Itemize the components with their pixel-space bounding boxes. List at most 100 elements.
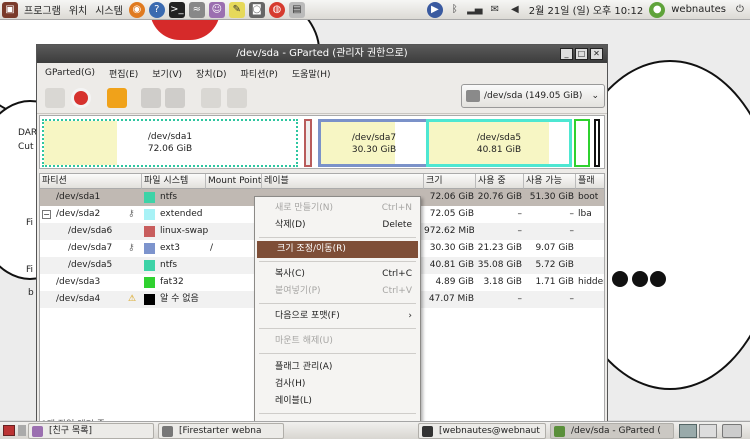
filesystem-color-swatch — [144, 192, 155, 203]
column-header-free[interactable]: 사용 가능 — [524, 174, 576, 189]
menu-separator — [259, 237, 416, 238]
show-desktop-icon[interactable] — [3, 425, 15, 436]
media-play-icon[interactable]: ▶ — [426, 1, 443, 18]
window-titlebar[interactable]: /dev/sda - GParted (관리자 권한으로) _ □ ✕ — [37, 45, 607, 63]
minimize-button[interactable]: _ — [560, 48, 573, 60]
undo-icon[interactable] — [201, 88, 221, 108]
power-icon[interactable]: ⏻ — [732, 2, 748, 18]
menu-view[interactable]: 보기(V) — [152, 67, 182, 80]
copy-icon[interactable] — [141, 88, 161, 108]
desktop-icon-label[interactable]: b — [28, 288, 34, 298]
used-value: – — [517, 226, 523, 236]
partition-block-label: /dev/sda7 30.30 GiB — [351, 133, 397, 155]
column-header-size[interactable]: 크기 — [424, 174, 476, 189]
panel-handle[interactable] — [18, 425, 26, 436]
resize-move-icon[interactable] — [107, 88, 127, 108]
terminal-icon[interactable]: >_ — [168, 1, 185, 18]
bottom-panel: [친구 목록] [Firestarter webna [webnautes@we… — [0, 421, 750, 439]
app-icon[interactable]: ▤ — [288, 1, 305, 18]
partition-block-sda6[interactable] — [304, 119, 312, 167]
menu-item-new[interactable]: 새로 만들기(N) Ctrl+N — [255, 200, 420, 217]
menubar: GParted(G) 편집(E) 보기(V) 장치(D) 파티션(P) 도움말(… — [37, 64, 607, 82]
free-value: 5.72 GiB — [535, 260, 574, 270]
column-header-used[interactable]: 사용 중 — [476, 174, 524, 189]
close-button[interactable]: ✕ — [590, 48, 603, 60]
flags-value: hidden — [578, 277, 604, 287]
desktop-icon-label[interactable]: Fi — [26, 265, 33, 275]
menu-item-label[interactable]: 레이블(L) — [255, 393, 420, 410]
workspace-1[interactable] — [679, 424, 697, 438]
dot-shape — [650, 271, 666, 287]
system-menu[interactable]: 시스템 — [95, 2, 123, 17]
column-header-label[interactable]: 레이블 — [262, 174, 424, 189]
maximize-button[interactable]: □ — [575, 48, 588, 60]
partition-block-sda5[interactable]: /dev/sda5 40.81 GiB — [426, 119, 572, 167]
help-icon[interactable]: ? — [148, 1, 165, 18]
filesystem-type: ntfs — [160, 260, 178, 270]
clock[interactable]: 2월 21일 (일) 오후 10:12 — [529, 2, 643, 17]
mount-point: / — [210, 243, 214, 253]
partition-block-sda7[interactable]: /dev/sda7 30.30 GiB — [318, 119, 430, 167]
chrome-icon[interactable]: ◍ — [268, 1, 285, 18]
size-value: 40.81 GiB — [429, 260, 474, 270]
partition-block-sda1[interactable]: /dev/sda1 72.06 GiB — [42, 119, 298, 167]
partition-block-sda4[interactable] — [594, 119, 600, 167]
size-value: 72.06 GiB — [429, 192, 474, 202]
device-selector[interactable]: /dev/sda (149.05 GiB) ⌄ — [461, 84, 605, 108]
menu-item-check[interactable]: 검사(H) — [255, 376, 420, 393]
column-header-filesystem[interactable]: 파일 시스템 — [142, 174, 206, 189]
volume-icon[interactable]: ◀ — [507, 2, 523, 18]
menu-partition[interactable]: 파티션(P) — [241, 67, 278, 80]
menu-edit[interactable]: 편집(E) — [109, 67, 138, 80]
menu-gparted[interactable]: GParted(G) — [45, 68, 95, 78]
trash-icon[interactable] — [722, 424, 742, 438]
taskbar-button-firestarter[interactable]: [Firestarter webna — [158, 423, 284, 439]
menu-separator — [259, 328, 416, 329]
menu-item-format-to[interactable]: 다음으로 포맷(F) › — [255, 308, 420, 325]
column-header-partition[interactable]: 파티션 — [40, 174, 142, 189]
menu-item-manage-flags[interactable]: 플래그 관리(A) — [255, 359, 420, 376]
partition-map: /dev/sda1 72.06 GiB /dev/sda7 30.30 GiB … — [39, 115, 605, 169]
screenshot-icon[interactable]: ◙ — [248, 1, 265, 18]
desktop-icon-label[interactable]: DAR — [18, 128, 37, 138]
size-value: 72.05 GiB — [429, 209, 474, 219]
mail-icon[interactable]: ✉ — [487, 2, 503, 18]
delete-icon[interactable] — [71, 88, 91, 108]
menu-help[interactable]: 도움말(H) — [292, 67, 331, 80]
pidgin-icon[interactable]: ☺ — [208, 1, 225, 18]
places-menu[interactable]: 위치 — [69, 2, 87, 17]
collapse-toggle-icon[interactable]: − — [42, 210, 51, 219]
apply-icon[interactable] — [227, 88, 247, 108]
bluetooth-icon[interactable]: ᛒ — [447, 2, 463, 18]
taskbar-button-terminal[interactable]: [webnautes@webnaut — [418, 423, 546, 439]
ubuntu-logo-icon[interactable]: ▣ — [2, 1, 18, 18]
menu-separator — [259, 413, 416, 414]
size-value: 30.30 GiB — [429, 243, 474, 253]
menu-item-resize-move[interactable]: 크기 조정/이동(R) — [257, 241, 418, 258]
desktop-icon-label[interactable]: Cut — [18, 142, 34, 152]
applications-menu[interactable]: 프로그램 — [24, 2, 61, 17]
dot-shape — [612, 271, 628, 287]
taskbar-button-gparted[interactable]: /dev/sda - GParted ( — [550, 423, 674, 439]
menu-item-unmount[interactable]: 마운트 해제(U) — [255, 333, 420, 350]
user-status-icon[interactable]: ● — [649, 1, 666, 18]
column-header-mountpoint[interactable]: Mount Point — [206, 174, 262, 189]
text-editor-icon[interactable]: ✎ — [228, 1, 245, 18]
user-name[interactable]: webnautes — [671, 4, 726, 15]
paste-icon[interactable] — [165, 88, 185, 108]
menu-item-copy[interactable]: 복사(C) Ctrl+C — [255, 266, 420, 283]
partition-block-sda3[interactable] — [574, 119, 590, 167]
partition-block-label: /dev/sda1 72.06 GiB — [147, 132, 193, 154]
menu-device[interactable]: 장치(D) — [196, 67, 227, 80]
firestarter-icon[interactable]: ≈ — [188, 1, 205, 18]
firefox-icon[interactable]: ◉ — [128, 1, 145, 18]
free-value: 9.07 GiB — [535, 243, 574, 253]
taskbar-button-buddy-list[interactable]: [친구 목록] — [28, 423, 154, 439]
menu-item-paste[interactable]: 붙여넣기(P) Ctrl+V — [255, 283, 420, 300]
network-icon[interactable]: ▂▄ — [467, 2, 483, 18]
workspace-2[interactable] — [699, 424, 717, 438]
desktop-icon-label[interactable]: Fi — [26, 218, 33, 228]
column-header-flags[interactable]: 플래 — [576, 174, 604, 189]
new-partition-icon[interactable] — [45, 88, 65, 108]
menu-item-delete[interactable]: 삭제(D) Delete — [255, 217, 420, 234]
